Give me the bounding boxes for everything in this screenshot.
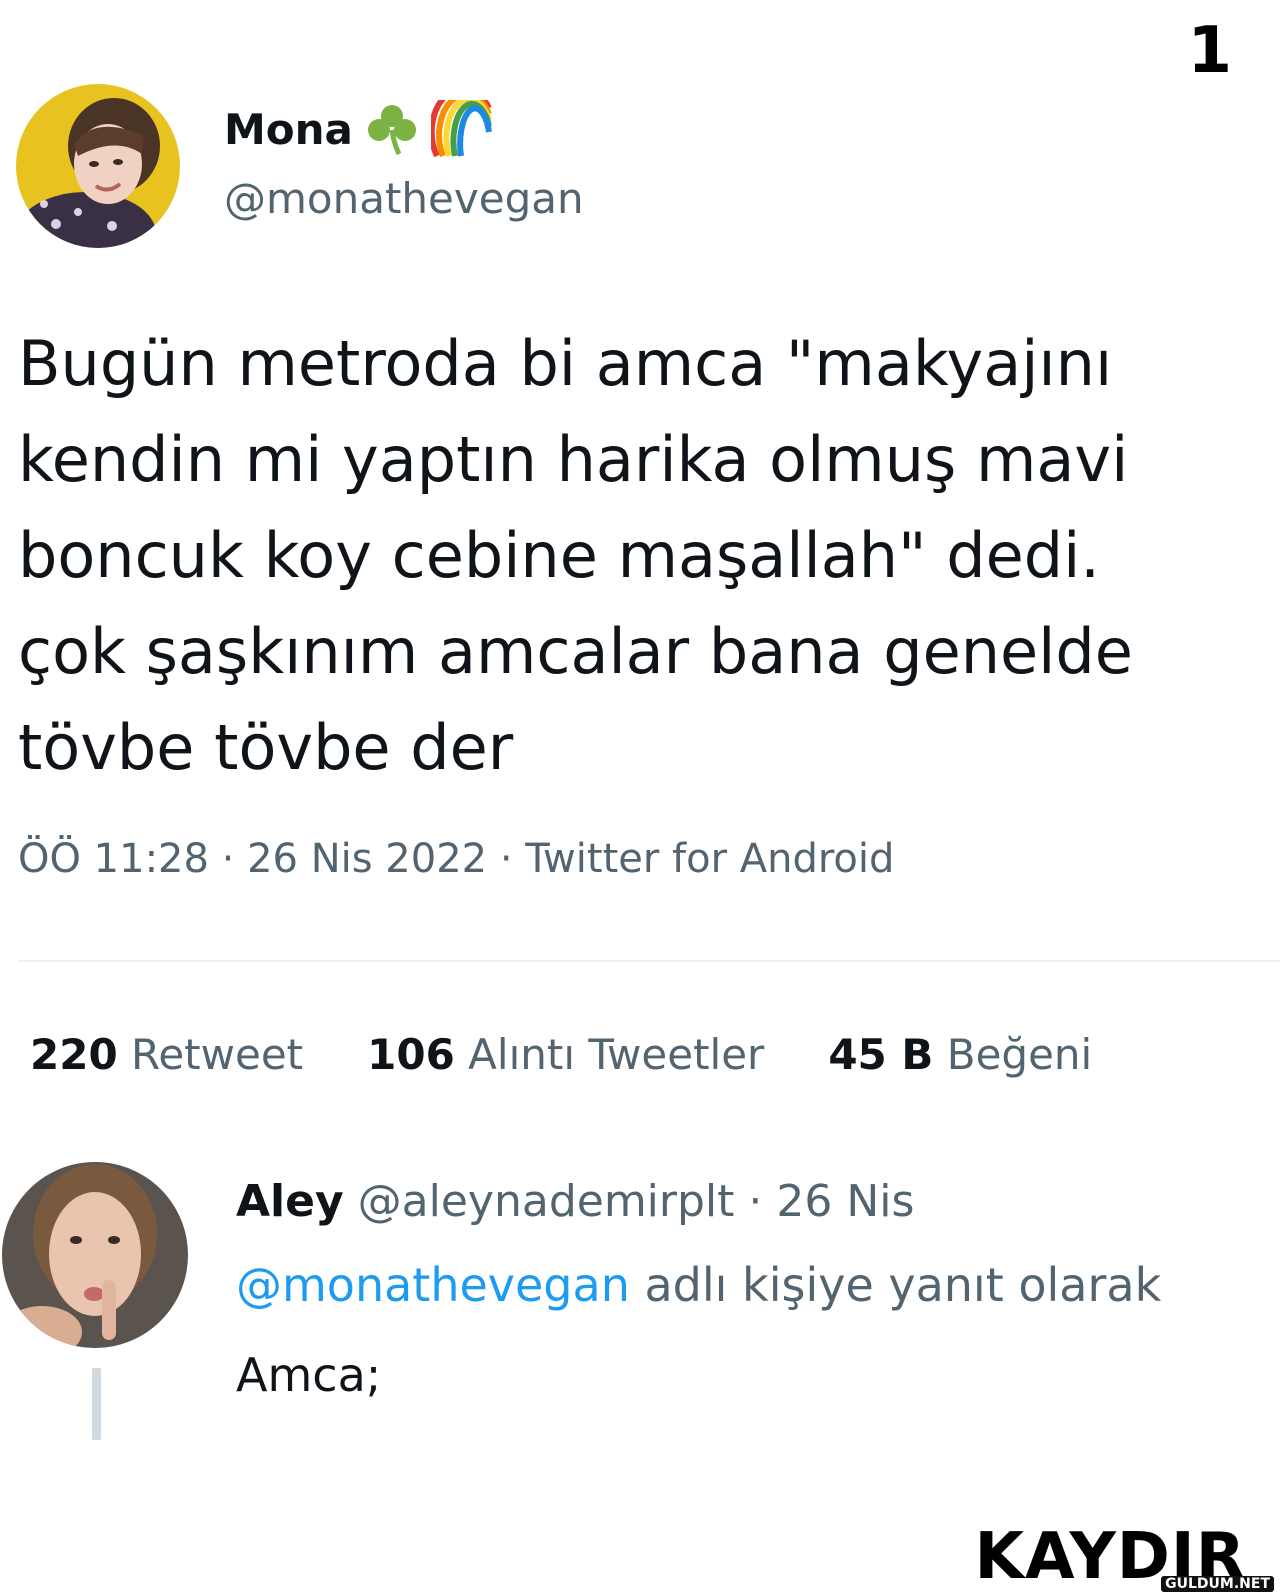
- tweet-text-line: çok şaşkınım amcalar bana genelde: [18, 615, 1133, 688]
- reply-to-mention-link[interactable]: @monathevegan: [236, 1258, 630, 1312]
- stat-count: 45 B: [828, 1030, 934, 1079]
- reply-author-avatar-image: [2, 1162, 188, 1348]
- tweet-stats: 220 Retweet 106 Alıntı Tweetler 45 B Beğ…: [30, 1030, 1156, 1079]
- tweet-text-line: tövbe tövbe der: [18, 711, 514, 784]
- reply-date[interactable]: 26 Nis: [776, 1176, 914, 1227]
- stat-label: Retweet: [131, 1030, 304, 1079]
- tweet-text-line: kendin mi yaptın harika olmuş mavi: [18, 423, 1129, 496]
- author-avatar-image: [16, 84, 180, 248]
- divider: [18, 960, 1280, 962]
- reply-to-label: adlı kişiye yanıt olarak: [644, 1258, 1162, 1312]
- reply-author-handle[interactable]: @aleynademirplt: [358, 1176, 735, 1227]
- author-name-row: Mona: [224, 100, 495, 158]
- stat-label: Beğeni: [946, 1030, 1093, 1079]
- site-watermark: GULDUM.NET: [1161, 1576, 1274, 1592]
- author-handle[interactable]: @monathevegan: [224, 174, 584, 223]
- author-name[interactable]: Mona: [224, 105, 353, 154]
- tweet-text: Bugün metroda bi amca "makyajını kendin …: [18, 316, 1268, 796]
- separator-dot: ·: [748, 1176, 763, 1227]
- stat-count: 220: [30, 1030, 118, 1079]
- page-number: 1: [1187, 14, 1232, 88]
- replying-to: @monathevegan adlı kişiye yanıt olarak: [236, 1258, 1161, 1312]
- reply-header: Aley @aleynademirplt · 26 Nis: [236, 1176, 914, 1227]
- tweet-text-line: boncuk koy cebine maşallah" dedi.: [18, 519, 1101, 592]
- stat-count: 106: [367, 1030, 455, 1079]
- thread-connector-line: [92, 1368, 101, 1440]
- quote-tweet-count[interactable]: 106 Alıntı Tweetler: [367, 1030, 764, 1079]
- retweet-count[interactable]: 220 Retweet: [30, 1030, 303, 1079]
- stat-label: Alıntı Tweetler: [468, 1030, 765, 1079]
- author-avatar[interactable]: [16, 84, 180, 248]
- shamrock-icon: [363, 100, 421, 158]
- reply-text: Amca;: [236, 1348, 382, 1402]
- rainbow-icon: [430, 100, 495, 158]
- tweet-timestamp[interactable]: ÖÖ 11:28 · 26 Nis 2022 · Twitter for And…: [18, 836, 894, 882]
- reply-author-name[interactable]: Aley: [236, 1176, 344, 1227]
- reply-author-avatar[interactable]: [2, 1162, 188, 1348]
- like-count[interactable]: 45 B Beğeni: [828, 1030, 1092, 1079]
- tweet-text-line: Bugün metroda bi amca "makyajını: [18, 327, 1113, 400]
